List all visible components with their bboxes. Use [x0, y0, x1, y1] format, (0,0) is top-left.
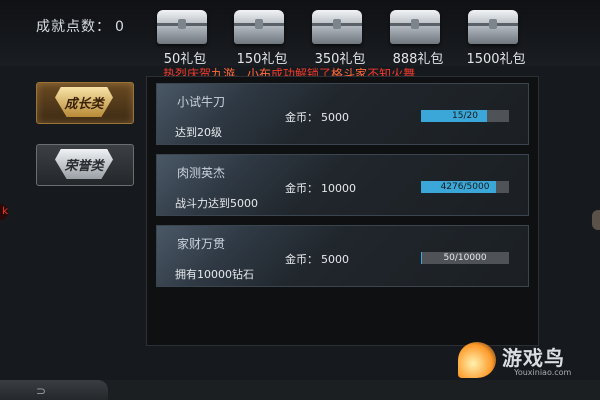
- gift-chest-888[interactable]: 888礼包: [381, 4, 451, 67]
- achievement-name: 家财万贯: [177, 237, 226, 251]
- progress-text: 50/10000: [443, 253, 487, 263]
- achievement-name: 肉测英杰: [177, 166, 226, 180]
- back-button[interactable]: ⊃: [0, 380, 108, 400]
- reward-value: 5000: [321, 111, 349, 124]
- honor-label: 荣誉类: [64, 158, 104, 174]
- category-growth-button[interactable]: 成长类: [36, 82, 134, 124]
- chest-icon: [468, 10, 518, 44]
- flame-logo-icon: [458, 342, 496, 378]
- progress-bar: 15/20: [421, 110, 509, 122]
- progress-text: 4276/5000: [440, 182, 490, 192]
- left-edge-icon[interactable]: k: [0, 204, 8, 220]
- reward-label: 金币：: [285, 111, 318, 124]
- chest-icon: [390, 10, 440, 44]
- honor-badge-icon: 荣誉类: [55, 149, 113, 179]
- achievement-reward: 金币： 5000: [285, 251, 349, 267]
- progress-bar: 50/10000: [421, 252, 509, 264]
- achievement-row: 肉测英杰 金币： 10000 战斗力达到5000 4276/5000: [156, 154, 529, 216]
- gift-chest-150[interactable]: 150礼包: [225, 4, 295, 67]
- achievement-condition: 战斗力达到5000: [175, 197, 258, 210]
- growth-label: 成长类: [64, 96, 104, 112]
- achievement-name: 小试牛刀: [177, 95, 226, 109]
- chest-icon: [312, 10, 362, 44]
- reward-value: 5000: [321, 253, 349, 266]
- chest-label: 1500礼包: [466, 52, 526, 67]
- reward-label: 金币：: [285, 182, 318, 195]
- gift-chest-350[interactable]: 350礼包: [303, 4, 373, 67]
- watermark-url: Youxiniao.com: [514, 368, 572, 377]
- achievement-row: 小试牛刀 金币： 5000 达到20级 15/20: [156, 83, 529, 145]
- points-value: 0: [115, 19, 125, 35]
- watermark-title: 游戏鸟: [502, 346, 565, 370]
- achievement-reward: 金币： 5000: [285, 109, 349, 125]
- reward-label: 金币：: [285, 253, 318, 266]
- category-honor-button[interactable]: 荣誉类: [36, 144, 134, 186]
- chest-icon: [234, 10, 284, 44]
- achievement-condition: 达到20级: [175, 126, 222, 139]
- back-arrow-icon: ⊃: [36, 384, 47, 398]
- gift-chest-1500[interactable]: 1500礼包: [459, 4, 529, 67]
- progress-text: 15/20: [452, 111, 478, 121]
- achievement-condition: 拥有10000钻石: [175, 268, 254, 281]
- achievement-points: 成就点数： 0: [36, 16, 125, 36]
- points-label: 成就点数：: [36, 19, 111, 35]
- gift-chest-50[interactable]: 50礼包: [148, 4, 218, 67]
- growth-badge-icon: 成长类: [55, 87, 113, 117]
- achievement-row: 家财万贯 金币： 5000 拥有10000钻石 50/10000: [156, 225, 529, 287]
- achievement-list: 小试牛刀 金币： 5000 达到20级 15/20 肉测英杰 金币： 10000 战…: [146, 76, 539, 346]
- left-edge-glyph: k: [2, 206, 8, 217]
- reward-value: 10000: [321, 182, 356, 195]
- right-edge-handle[interactable]: [592, 210, 600, 230]
- watermark: 游戏鸟 Youxiniao.com: [456, 338, 586, 382]
- achievement-reward: 金币： 10000: [285, 180, 356, 196]
- progress-bar: 4276/5000: [421, 181, 509, 193]
- chest-icon: [157, 10, 207, 44]
